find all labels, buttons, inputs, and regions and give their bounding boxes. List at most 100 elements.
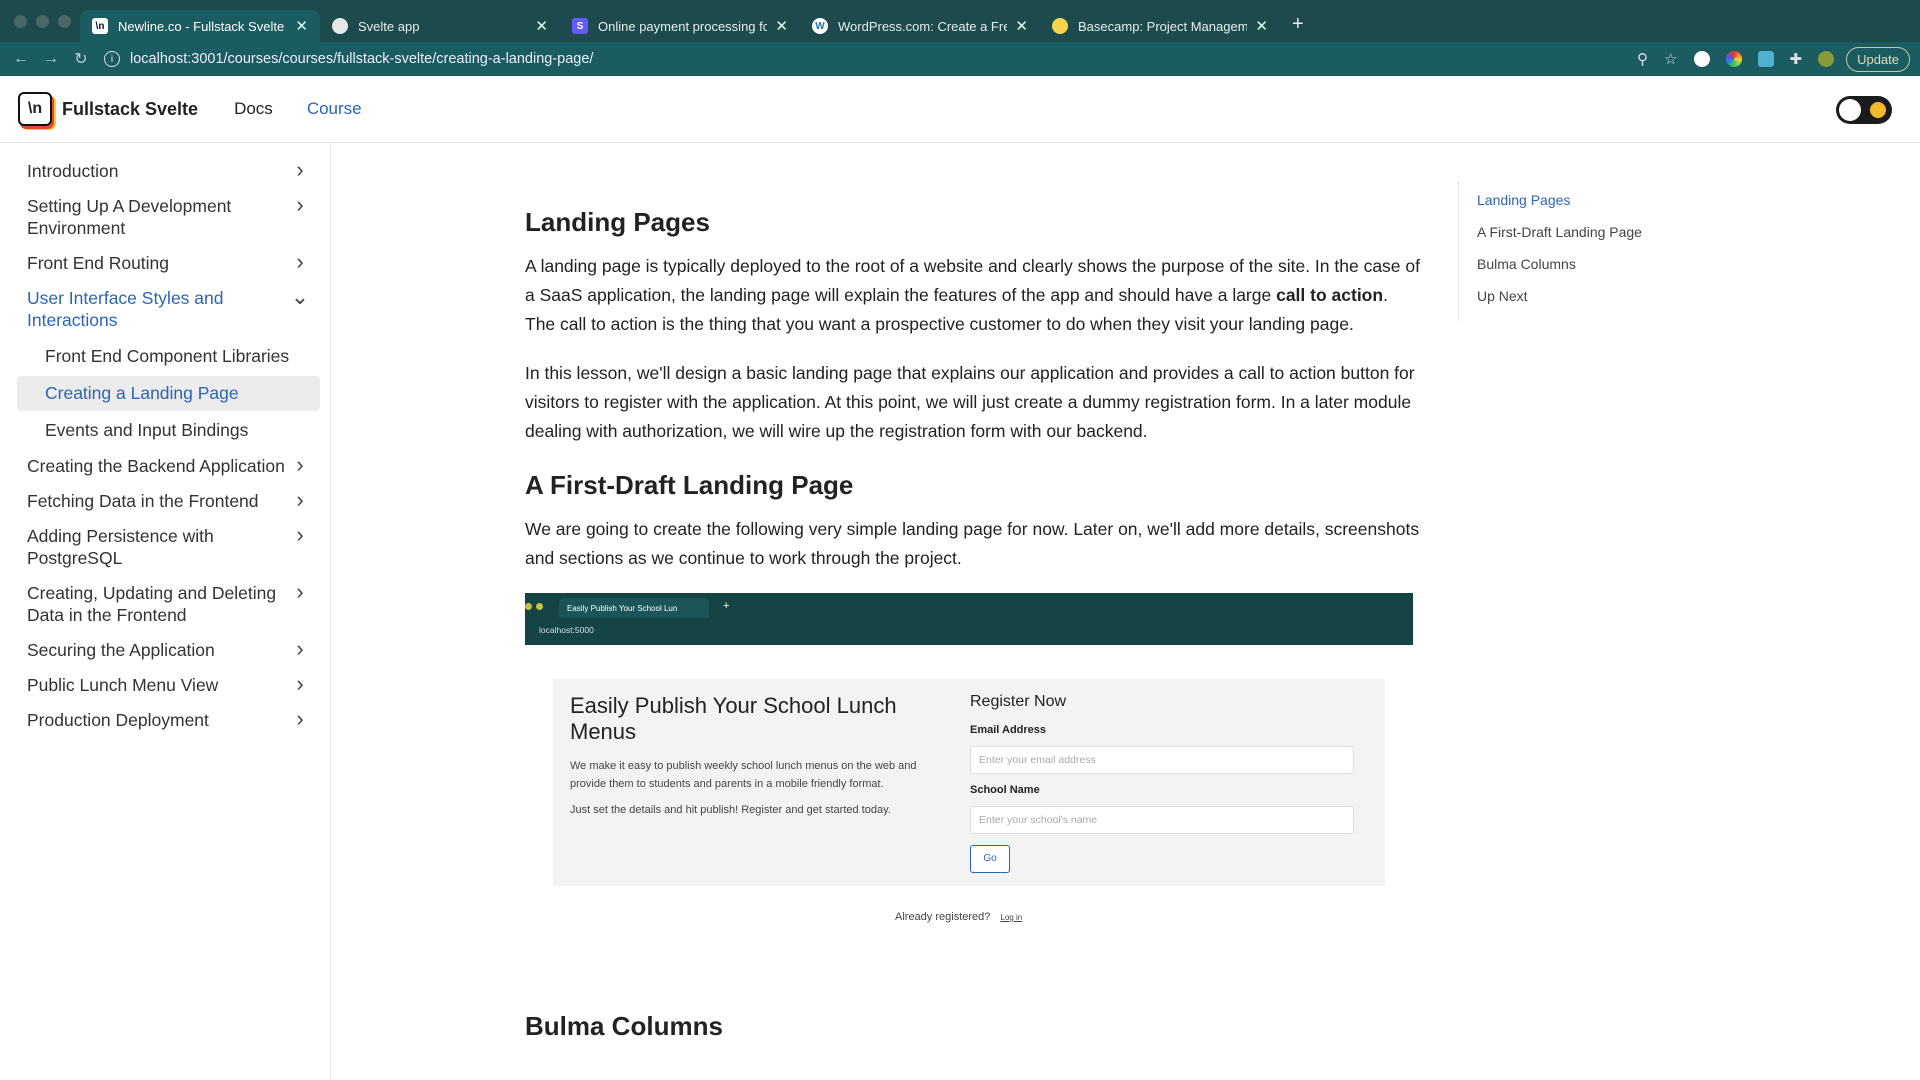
- sidebar-item-routing[interactable]: Front End Routing ›: [17, 247, 320, 279]
- new-tab-icon[interactable]: +: [1292, 13, 1304, 36]
- screenshot-description: We make it easy to publish weekly school…: [570, 760, 917, 790]
- chevron-right-icon[interactable]: ›: [290, 524, 310, 546]
- sidebar-item-label: Public Lunch Menu View: [27, 675, 219, 695]
- extension-icon[interactable]: [1757, 51, 1774, 67]
- sidebar-item-fetching[interactable]: Fetching Data in the Frontend ›: [17, 485, 320, 517]
- close-tab-icon[interactable]: ✕: [535, 17, 548, 35]
- sidebar-item-backend[interactable]: Creating the Backend Application ›: [17, 450, 320, 482]
- screenshot-login-link: Log in: [1000, 913, 1023, 922]
- sidebar-item-label: Adding Persistence with PostgreSQL: [27, 526, 214, 568]
- browser-tab-strip: \n Newline.co - Fullstack Svelte C ✕ Sve…: [0, 0, 1920, 42]
- toc-item-up-next[interactable]: Up Next: [1477, 289, 1658, 303]
- nav-course[interactable]: Course: [307, 99, 362, 119]
- screenshot-footer: Already registered? Log in: [895, 911, 1022, 923]
- toc-item-first-draft[interactable]: A First-Draft Landing Page: [1477, 225, 1658, 239]
- chevron-right-icon[interactable]: ›: [290, 708, 310, 730]
- profile-avatar[interactable]: [1818, 51, 1835, 67]
- browser-tab[interactable]: Svelte app ✕: [320, 10, 560, 42]
- landing-page-screenshot: Easily Publish Your School Lun + localho…: [525, 593, 1413, 973]
- site-header: \n Fullstack Svelte Docs Course: [0, 76, 1920, 143]
- screenshot-email-label: Email Address: [970, 724, 1047, 736]
- window-controls: [0, 14, 80, 28]
- zoom-icon[interactable]: ⚲: [1637, 50, 1648, 68]
- minimize-window-button[interactable]: [36, 14, 49, 28]
- chevron-right-icon[interactable]: ›: [290, 194, 310, 216]
- heading-landing-pages: Landing Pages: [525, 207, 710, 237]
- screenshot-school-label: School Name: [970, 784, 1040, 796]
- brand-title[interactable]: Fullstack Svelte: [62, 99, 198, 120]
- paragraph: A landing page is typically deployed to …: [525, 252, 1421, 339]
- screenshot-tab-title: Easily Publish Your School Lun: [567, 603, 678, 613]
- screenshot-url: localhost:5000: [539, 625, 594, 635]
- screenshot-title: Easily Publish Your School Lunch Menus: [570, 693, 897, 744]
- sidebar-item-crud[interactable]: Creating, Updating and Deleting Data in …: [17, 577, 320, 631]
- screenshot-hero-card: Easily Publish Your School Lunch Menus W…: [553, 679, 1385, 886]
- theme-toggle[interactable]: [1836, 96, 1892, 124]
- svelte-icon: [332, 18, 348, 34]
- close-window-button[interactable]: [14, 14, 27, 28]
- screenshot-browser-bar: Easily Publish Your School Lun + localho…: [525, 593, 1413, 645]
- sidebar-item-label: Creating, Updating and Deleting Data in …: [27, 583, 277, 625]
- toggle-knob: [1839, 99, 1861, 121]
- bookmark-star-icon[interactable]: ☆: [1664, 50, 1677, 68]
- course-sidebar: Introduction › Setting Up A Development E…: [0, 143, 331, 1080]
- sidebar-subitem-landing-page[interactable]: Creating a Landing Page: [17, 376, 320, 411]
- address-bar[interactable]: i localhost:3001/courses/courses/fullsta…: [104, 45, 1629, 73]
- nav-docs[interactable]: Docs: [234, 99, 273, 119]
- wordpress-icon: W: [812, 18, 828, 34]
- update-button[interactable]: Update: [1846, 46, 1910, 72]
- screenshot-description: Just set the details and hit publish! Re…: [570, 804, 891, 816]
- screenshot-email-input: Enter your email address: [970, 746, 1354, 774]
- sidebar-item-securing[interactable]: Securing the Application ›: [17, 634, 320, 666]
- close-tab-icon[interactable]: ✕: [295, 17, 308, 35]
- extension-icon[interactable]: [1725, 51, 1742, 67]
- reload-icon[interactable]: ↻: [66, 49, 96, 69]
- sidebar-item-label: User Interface Styles and Interactions: [27, 288, 224, 330]
- table-of-contents: Landing Pages A First-Draft Landing Page…: [1458, 181, 1658, 321]
- chevron-right-icon[interactable]: ›: [290, 638, 310, 660]
- chevron-right-icon[interactable]: ›: [290, 673, 310, 695]
- browser-tab[interactable]: S Online payment processing for ✕: [560, 10, 800, 42]
- chevron-right-icon[interactable]: ›: [290, 581, 310, 603]
- sidebar-subitem-component-libraries[interactable]: Front End Component Libraries: [17, 339, 320, 374]
- sidebar-item-public-menu[interactable]: Public Lunch Menu View ›: [17, 669, 320, 701]
- zoom-window-button[interactable]: [58, 14, 71, 28]
- basecamp-icon: [1052, 18, 1068, 34]
- browser-tab[interactable]: Basecamp: Project Managemen ✕: [1040, 10, 1280, 42]
- screenshot-new-tab-icon: +: [723, 600, 730, 612]
- chevron-right-icon[interactable]: ›: [290, 454, 310, 476]
- close-tab-icon[interactable]: ✕: [1255, 17, 1268, 35]
- chevron-right-icon[interactable]: ›: [290, 489, 310, 511]
- tab-title: WordPress.com: Create a Free: [838, 18, 1008, 34]
- browser-tab[interactable]: \n Newline.co - Fullstack Svelte C ✕: [80, 10, 320, 42]
- sidebar-item-ui-styles[interactable]: User Interface Styles and Interactions ⌄: [17, 282, 320, 336]
- toc-item-landing-pages[interactable]: Landing Pages: [1477, 193, 1658, 207]
- sidebar-item-persistence[interactable]: Adding Persistence with PostgreSQL ›: [17, 520, 320, 574]
- paragraph: In this lesson, we'll design a basic lan…: [525, 363, 1415, 441]
- extensions-puzzle-icon[interactable]: ✚: [1790, 50, 1803, 68]
- sidebar-item-label: Securing the Application: [27, 640, 215, 660]
- browser-toolbar: ← → ↻ i localhost:3001/courses/courses/f…: [0, 42, 1920, 76]
- forward-icon[interactable]: →: [36, 50, 66, 68]
- bold-text: call to action: [1276, 285, 1384, 305]
- sidebar-item-introduction[interactable]: Introduction ›: [17, 155, 320, 187]
- article: Landing Pages A landing page is typicall…: [525, 183, 1421, 1056]
- sidebar-item-deployment[interactable]: Production Deployment ›: [17, 704, 320, 736]
- chevron-right-icon[interactable]: ›: [290, 159, 310, 181]
- extension-icon[interactable]: [1693, 51, 1710, 67]
- screenshot-already-text: Already registered?: [895, 911, 991, 923]
- site-info-icon[interactable]: i: [104, 51, 120, 67]
- sidebar-item-label: Creating the Backend Application: [27, 456, 285, 476]
- newline-logo[interactable]: \n: [18, 92, 52, 126]
- browser-tab[interactable]: W WordPress.com: Create a Free ✕: [800, 10, 1040, 42]
- sidebar-item-setup[interactable]: Setting Up A Development Environment ›: [17, 190, 320, 244]
- chevron-right-icon[interactable]: ›: [290, 251, 310, 273]
- screenshot-go-button: Go: [970, 845, 1010, 873]
- tab-title: Newline.co - Fullstack Svelte C: [118, 18, 288, 34]
- toc-item-bulma-columns[interactable]: Bulma Columns: [1477, 257, 1658, 271]
- close-tab-icon[interactable]: ✕: [775, 17, 788, 35]
- chevron-down-icon[interactable]: ⌄: [290, 286, 310, 308]
- sidebar-subitem-events[interactable]: Events and Input Bindings: [17, 413, 320, 448]
- close-tab-icon[interactable]: ✕: [1015, 17, 1028, 35]
- back-icon[interactable]: ←: [6, 50, 36, 68]
